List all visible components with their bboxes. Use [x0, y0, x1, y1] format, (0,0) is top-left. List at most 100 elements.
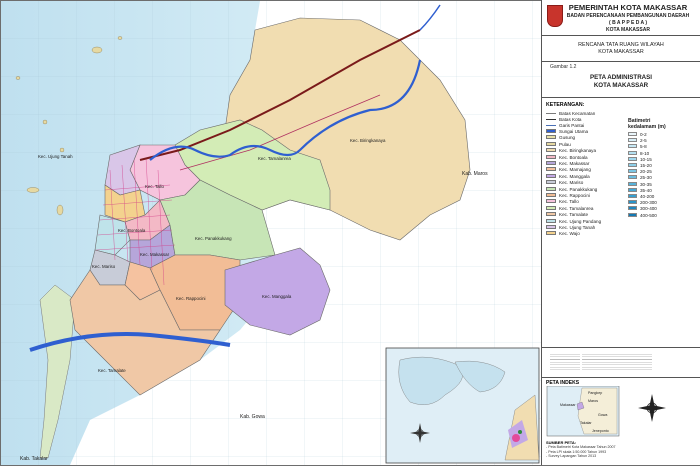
bathymetry-label: 15-20: [640, 163, 652, 168]
legend-area-swatch: [546, 161, 556, 165]
bathymetry-label: 300-400: [640, 206, 657, 212]
legend-area-swatch: [546, 199, 556, 204]
bathymetry-label: 8-10: [640, 150, 650, 156]
bathymetry-swatch: [628, 206, 637, 211]
legend-area-swatch: [546, 154, 556, 159]
legend-area-label: Kec. Ujung Pandang: [559, 218, 602, 224]
figure-title2: KOTA MAKASSAR: [593, 82, 649, 89]
legend-area-label: Kec. Rappocini: [559, 193, 590, 198]
legend-area-swatch: [546, 186, 556, 191]
bathymetry-swatch: [628, 169, 637, 174]
bathymetry-swatch: [628, 200, 637, 205]
inset-map[interactable]: [385, 347, 540, 464]
legend-area-swatch: [546, 180, 556, 185]
map-canvas[interactable]: Kec. Biringkanaya Kec. Tamalanrea Kec. U…: [0, 0, 541, 466]
bathymetry-label: 400-500: [640, 212, 657, 218]
bathymetry-label: 2-5: [640, 138, 647, 144]
bathymetry-swatch: [628, 194, 637, 198]
legend-area-label: Kec. Makassar: [559, 161, 590, 166]
notes-placeholder-2: [582, 352, 652, 372]
bathymetry-swatch: [628, 132, 637, 136]
bathymetry-swatch: [628, 187, 637, 192]
legend-area-label: Kec. Tamalate: [559, 212, 589, 218]
legend-line-label: Batas Kota: [559, 117, 582, 122]
label-manggala: Kec. Manggala: [262, 294, 292, 299]
bathymetry-swatch: [628, 144, 637, 149]
legend-area-label: Kec. Tamalanrea: [559, 205, 594, 211]
header-line4: KOTA MAKASSAR: [606, 27, 650, 33]
legend-area-label: Kec. Bontoala: [559, 154, 588, 160]
bathymetry-label: 20-25: [640, 169, 652, 175]
legend-line-label: Batas Kecamatan: [559, 111, 596, 116]
index-place-label: Maros: [588, 399, 598, 403]
legend-area-swatch: [546, 148, 556, 153]
label-tamalate: Kec. Tamalate: [98, 368, 126, 373]
source-line: - Survey Lapangan Tahun 2013: [546, 454, 597, 458]
legend-area-label: Kec. Mariso: [559, 180, 584, 186]
label-tallo: Kec. Tallo: [145, 184, 165, 189]
legend-area-swatch: [546, 231, 556, 236]
legend-area-label: Pulau: [559, 141, 571, 147]
legend-area-swatch: [546, 129, 556, 133]
bathymetry-swatch: [628, 181, 637, 186]
plan-title-box: RENCANA TATA RUANG WILAYAH KOTA MAKASSAR: [542, 36, 700, 62]
legend-area-swatch: [546, 167, 556, 172]
bathymetry-label: 10-15: [640, 156, 652, 162]
bathymetry-label: 200-300: [640, 200, 657, 206]
legend-area-swatch: [546, 205, 556, 210]
bathymetry-swatch: [628, 150, 637, 155]
legend-box: KETERANGAN: Batas Kecamatan Batas Kota Gar…: [542, 98, 700, 348]
label-mariso: Kec. Mariso: [92, 264, 116, 269]
label-bontoala: Kec. Bontoala: [118, 228, 146, 233]
plan-title-line1: RENCANA TATA RUANG WILAYAH: [578, 42, 664, 48]
label-gowa: Kab. Gowa: [240, 414, 265, 420]
label-panakkukang: Kec. Panakkukang: [195, 236, 232, 241]
bathymetry-label: 35-40: [640, 187, 652, 193]
index-map: Pangkep Maros Makassar Gowa TakalarJeneponto: [546, 386, 666, 437]
figure-number: Gambar 1.2: [550, 64, 577, 70]
legend-area-label: Kec. Panakkukang: [559, 186, 598, 192]
bathymetry-swatch: [628, 212, 637, 217]
index-place-label: Pangkep: [588, 391, 602, 395]
legend-area-label: Kec. Mamajang: [559, 167, 591, 173]
label-takalar: Kab. Takalar: [20, 456, 48, 462]
legend-area-swatch: [546, 225, 556, 229]
legend-line-swatch: [546, 119, 556, 120]
legend-area-label: Kec. Tallo: [559, 199, 579, 205]
legend-heading: KETERANGAN:: [546, 102, 585, 108]
legend-line-label: Garis Pantai: [559, 123, 585, 128]
legend-area-swatch: [546, 141, 556, 146]
bathymetry-swatch: [628, 156, 637, 161]
legend-panel: PEMERINTAH KOTA MAKASSAR BADAN PERENCANA…: [541, 0, 700, 465]
label-maros: Kab. Maros: [462, 171, 488, 177]
notes-placeholder: [550, 352, 580, 372]
label-rappocini: Kec. Rappocini: [176, 296, 206, 301]
legend-area-swatch: [546, 173, 556, 178]
legend-area-swatch: [546, 212, 556, 217]
figure-title1: PETA ADMINISTRASI: [590, 74, 652, 81]
index-place-label: Takalar: [580, 421, 592, 425]
bathymetry-swatch: [628, 163, 637, 167]
bathymetry-label: 40-200: [640, 194, 655, 199]
index-box: PETA INDEKS Pangkep Maros Makassar Gowa Taka…: [542, 378, 700, 465]
legend-area-label: Gusung: [559, 135, 576, 141]
legend-area-swatch: [546, 218, 556, 223]
legend-area-label: Kec. Ujung Tanah: [559, 225, 596, 230]
bathymetry-label: 5-8: [640, 144, 647, 150]
bathymetry-title2: kedalamam (m): [628, 124, 666, 130]
bathymetry-swatch: [628, 175, 637, 180]
label-tamalanrea: Kec. Tamalanrea: [258, 156, 291, 161]
figure-title-box: Gambar 1.2 PETA ADMINISTRASI KOTA MAKASS…: [542, 62, 700, 98]
legend-area-label: Kec. Biringkanaya: [559, 148, 597, 154]
legend-area-swatch: [546, 193, 556, 197]
map-notes-box: [542, 348, 700, 378]
label-ujung-tanah: Kec. Ujung Tanah: [38, 154, 73, 159]
north-arrow-icon: [638, 394, 666, 422]
legend-area-label: Kec. Manggala: [559, 173, 590, 179]
bathymetry-label: 25-30: [640, 175, 652, 181]
bathymetry-swatch: [628, 138, 637, 143]
legend-area-label: Sungai Utama: [559, 129, 589, 134]
header-box: PEMERINTAH KOTA MAKASSAR BADAN PERENCANA…: [542, 0, 700, 36]
label-biringkanaya: Kec. Biringkanaya: [350, 138, 386, 143]
legend-area-label: Kec. Wajo: [559, 231, 580, 237]
